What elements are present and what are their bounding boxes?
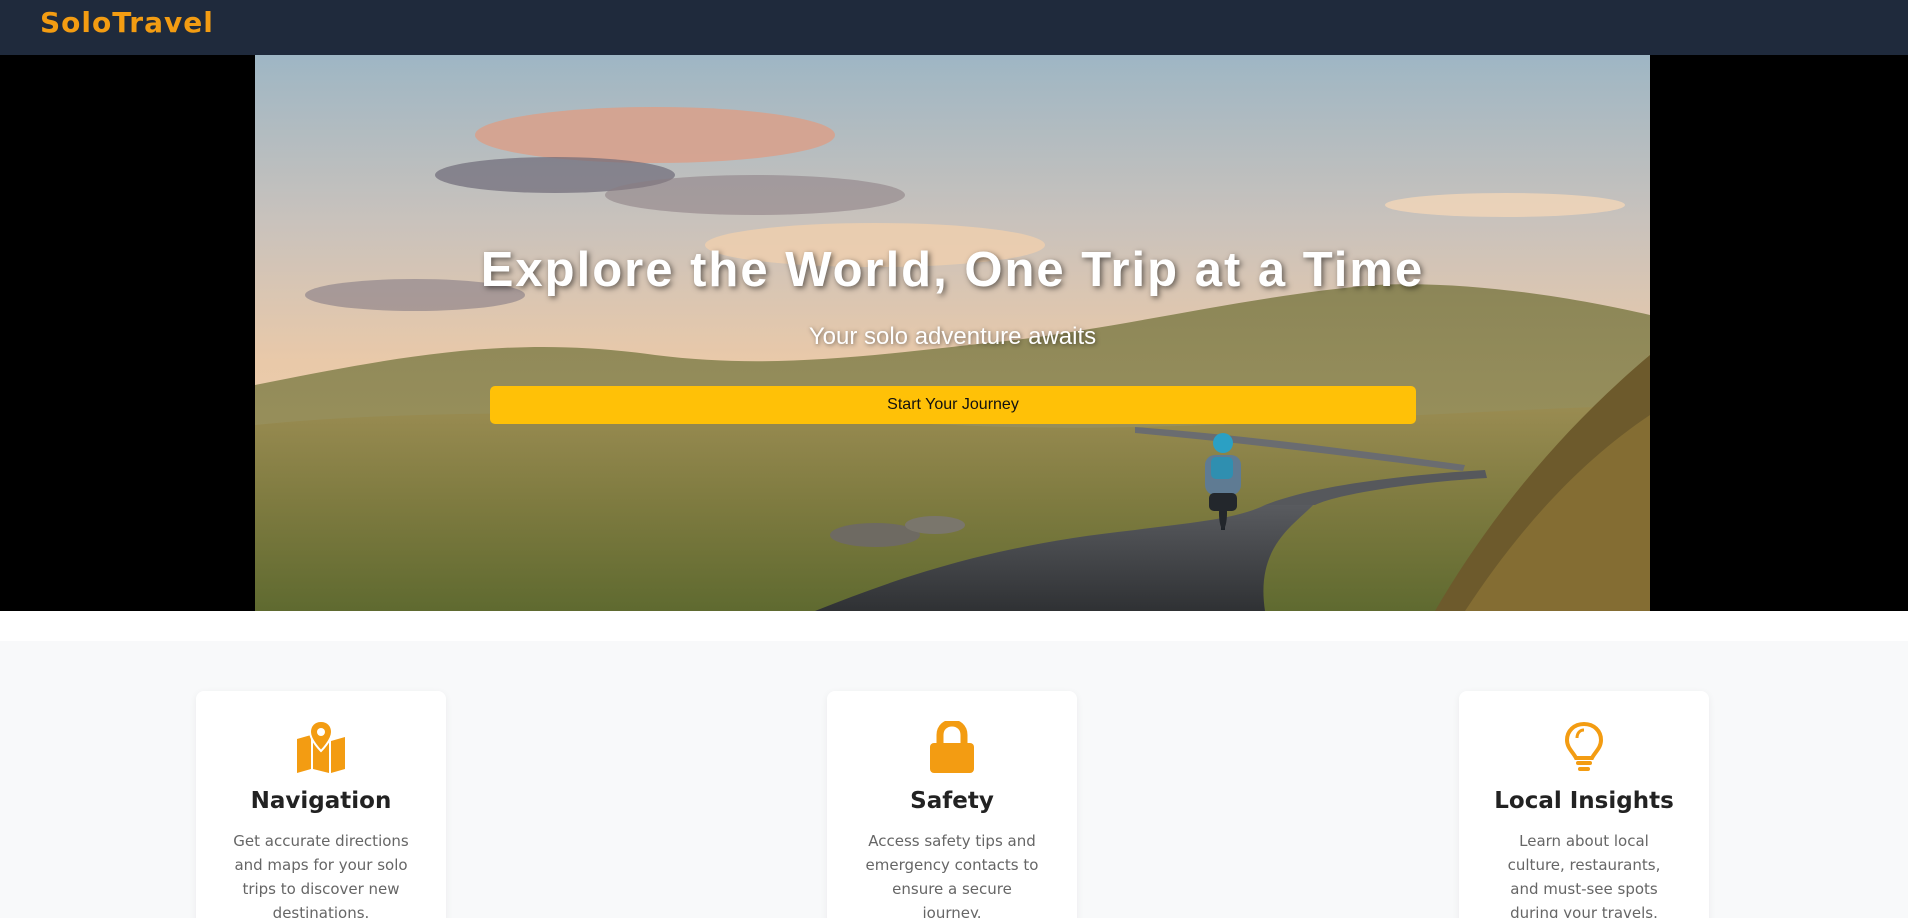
map-marker-icon — [196, 721, 446, 773]
brand-logo[interactable]: SoloTravel — [40, 6, 214, 39]
hero-banner: Explore the World, One Trip at a Time Yo… — [255, 55, 1650, 611]
feature-description: Get accurate directions and maps for you… — [233, 832, 409, 918]
feature-card-local-insights: Local Insights Learn about local culture… — [1459, 691, 1709, 918]
lightbulb-icon — [1459, 721, 1709, 773]
hero-title: Explore the World, One Trip at a Time — [480, 243, 1425, 297]
feature-title: Local Insights — [1494, 788, 1674, 814]
feature-card-safety: Safety Access safety tips and emergency … — [827, 691, 1077, 918]
features-section: Navigation Get accurate directions and m… — [0, 641, 1908, 918]
feature-description: Learn about local culture, restaurants, … — [1507, 832, 1661, 918]
hero-section: Explore the World, One Trip at a Time Yo… — [0, 55, 1908, 611]
lock-icon — [827, 721, 1077, 773]
feature-title: Navigation — [250, 788, 392, 814]
section-divider — [0, 611, 1908, 641]
hero-subtitle: Your solo adventure awaits — [808, 323, 1097, 350]
feature-card-navigation: Navigation Get accurate directions and m… — [196, 691, 446, 918]
feature-title: Safety — [910, 788, 994, 814]
start-journey-button[interactable]: Start Your Journey — [490, 386, 1416, 424]
feature-description: Access safety tips and emergency contact… — [865, 832, 1039, 918]
navbar: SoloTravel — [0, 0, 1908, 55]
